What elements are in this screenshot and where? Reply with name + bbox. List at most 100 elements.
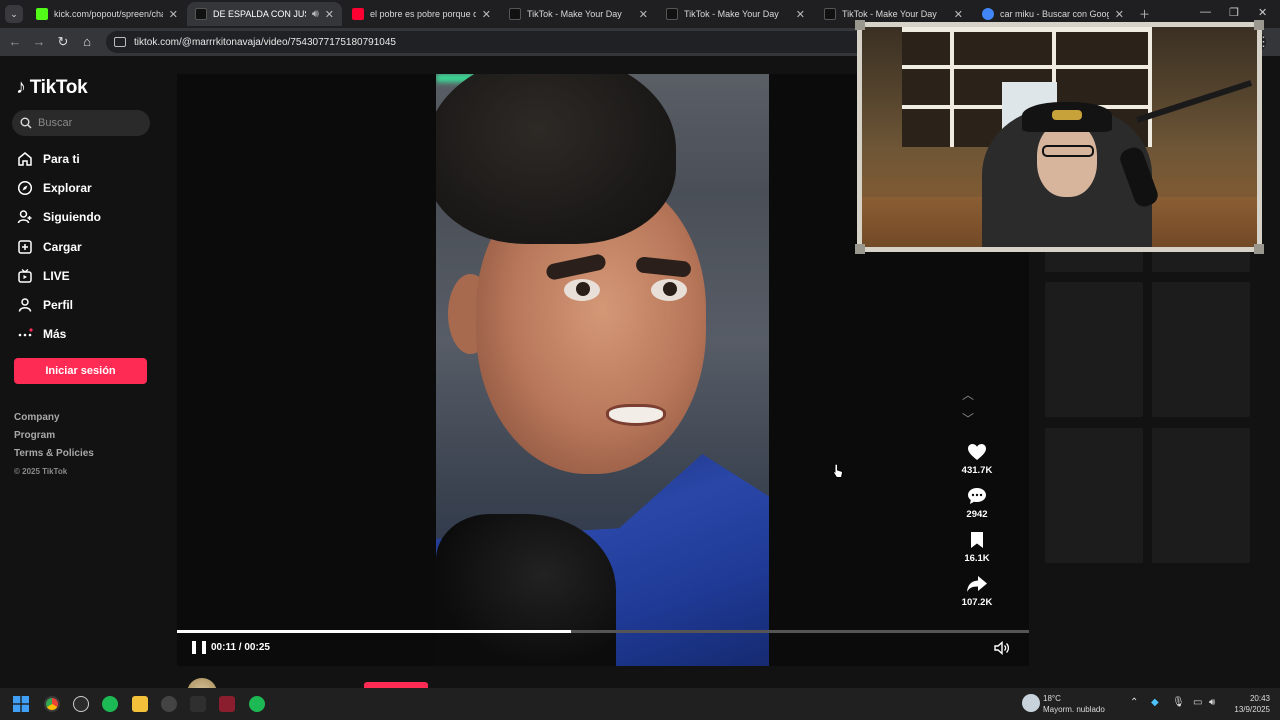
webcam-feed <box>862 27 1257 247</box>
share-icon <box>952 573 1002 595</box>
file-explorer-icon[interactable] <box>132 696 148 712</box>
speaker-icon[interactable]: 🔊︎ <box>1209 697 1215 708</box>
sidebar-item-live[interactable]: LIVE <box>14 261 101 290</box>
browser-tab[interactable]: el pobre es pobre porque quie ✕ <box>344 2 499 26</box>
related-video-thumbnail[interactable] <box>1045 282 1143 417</box>
login-button[interactable]: Iniciar sesión <box>14 358 147 384</box>
upload-icon <box>14 238 36 256</box>
comment-count: 2942 <box>966 509 988 520</box>
reload-icon[interactable]: ↻ <box>51 34 75 50</box>
mouse-cursor-icon <box>833 463 843 484</box>
app-taskbar-icon[interactable] <box>190 696 206 712</box>
chrome-taskbar-icon[interactable] <box>44 696 60 712</box>
sidebar-item-para-ti[interactable]: Para ti <box>14 144 101 173</box>
youtube-favicon-icon <box>352 8 364 20</box>
sidebar-item-explorar[interactable]: Explorar <box>14 173 101 202</box>
comment-action[interactable]: 2942 <box>952 485 1002 520</box>
related-video-thumbnail[interactable] <box>1152 428 1250 563</box>
tab-title: DE ESPALDA CON JUSTIN B <box>213 9 306 19</box>
weather-description: Mayorm. nublado <box>1043 705 1105 714</box>
webcam-shelf <box>902 65 1152 69</box>
tiktok-favicon-icon <box>824 8 836 20</box>
sidebar-item-siguiendo[interactable]: Siguiendo <box>14 203 101 232</box>
new-tab-icon[interactable]: ＋ <box>1139 6 1150 22</box>
home-icon <box>14 150 36 168</box>
windows-start-icon[interactable] <box>13 696 29 712</box>
sidebar-item-mas[interactable]: Más <box>14 320 101 349</box>
bookmark-icon <box>952 529 1002 551</box>
browser-tab[interactable]: kick.com/popout/spreen/chat ✕ <box>28 2 186 26</box>
next-video-icon[interactable]: ﹀ <box>962 410 974 427</box>
spotify-taskbar-icon[interactable] <box>249 696 265 712</box>
tab-title: el pobre es pobre porque quie <box>370 9 476 19</box>
related-video-thumbnail[interactable] <box>1045 428 1143 563</box>
minimize-icon[interactable]: — <box>1200 6 1211 18</box>
video-frame[interactable] <box>436 74 769 666</box>
network-icon[interactable]: ▭ <box>1193 697 1202 708</box>
app-taskbar-icon[interactable] <box>219 696 235 712</box>
close-tab-icon[interactable]: ✕ <box>796 8 805 21</box>
webcam-cap <box>1022 102 1112 132</box>
browser-tab[interactable]: TikTok - Make Your Day ✕ <box>501 2 656 26</box>
footer-link-company[interactable]: Company <box>14 412 94 430</box>
sidebar-item-perfil[interactable]: Perfil <box>14 290 101 319</box>
close-tab-icon[interactable]: ✕ <box>482 8 491 21</box>
home-icon[interactable]: ⌂ <box>75 34 99 49</box>
weather-icon[interactable] <box>1022 694 1040 712</box>
pause-icon[interactable] <box>192 641 206 655</box>
temperature-text: 18°C <box>1043 694 1061 703</box>
search-box[interactable] <box>12 110 150 136</box>
spotify-taskbar-icon[interactable] <box>102 696 118 712</box>
close-tab-icon[interactable]: ✕ <box>325 8 334 21</box>
obs-taskbar-icon[interactable] <box>73 696 89 712</box>
close-tab-icon[interactable]: ✕ <box>169 8 178 21</box>
tab-title: TikTok - Make Your Day <box>684 9 779 19</box>
webcam-mic-arm <box>1136 80 1253 123</box>
search-input[interactable] <box>38 117 138 129</box>
tab-search-button[interactable]: ⌄ <box>0 0 28 28</box>
video-progress-bar[interactable] <box>177 630 1029 633</box>
video-frame-microphone <box>436 514 616 666</box>
sidebar-item-label: Perfil <box>43 298 74 313</box>
close-tab-icon[interactable]: ✕ <box>639 8 648 21</box>
more-icon <box>14 325 36 343</box>
forward-icon[interactable]: → <box>27 34 51 49</box>
copyright-text: © 2025 TikTok <box>14 467 68 476</box>
webcam-shelf <box>1148 27 1152 147</box>
system-clock[interactable]: 20:43 13/9/2025 <box>1228 693 1270 715</box>
close-tab-icon[interactable]: ✕ <box>1115 8 1124 21</box>
nav-list: Para ti Explorar Siguiendo Cargar LIVE P… <box>14 144 101 349</box>
save-count: 16.1K <box>964 553 990 564</box>
tiktok-favicon-icon <box>666 8 678 20</box>
microphone-icon[interactable]: 🎙︎ <box>1172 697 1185 708</box>
related-video-thumbnail[interactable] <box>1152 282 1250 417</box>
volume-icon[interactable] <box>994 640 1010 660</box>
webcam-glasses <box>1042 145 1094 157</box>
sidebar: ♪ TikTok Para ti Explorar Siguiendo Carg… <box>0 56 170 688</box>
footer-links: Company Program Terms & Policies © 2025 … <box>14 412 94 476</box>
app-taskbar-icon[interactable] <box>161 696 177 712</box>
weather-widget[interactable]: 18°C Mayorm. nublado <box>1043 693 1105 715</box>
network-app-icon[interactable]: ◆ <box>1151 697 1159 708</box>
sidebar-item-cargar[interactable]: Cargar <box>14 232 101 261</box>
share-action[interactable]: 107.2K <box>952 573 1002 608</box>
footer-link-terms[interactable]: Terms & Policies <box>14 448 94 466</box>
browser-tab-active[interactable]: DE ESPALDA CON JUSTIN B 🔊︎ ✕ <box>187 2 342 26</box>
previous-video-icon[interactable]: ︿ <box>962 386 974 403</box>
back-icon[interactable]: ← <box>3 34 27 49</box>
maximize-icon[interactable]: ❐ <box>1229 6 1239 19</box>
show-hidden-icons-icon[interactable]: ⌃ <box>1130 697 1138 708</box>
webcam-head <box>1037 122 1097 197</box>
tiktok-note-icon: ♪ <box>16 76 26 98</box>
save-action[interactable]: 16.1K <box>952 529 1002 564</box>
site-info-icon[interactable] <box>114 37 126 47</box>
tiktok-logo[interactable]: ♪ TikTok <box>16 76 88 99</box>
browser-tab[interactable]: TikTok - Make Your Day ✕ <box>658 2 813 26</box>
footer-link-program[interactable]: Program <box>14 430 94 448</box>
close-window-icon[interactable]: ✕ <box>1258 6 1267 19</box>
comment-icon <box>952 485 1002 507</box>
speaker-icon[interactable]: 🔊︎ <box>312 8 319 21</box>
like-action[interactable]: 431.7K <box>952 441 1002 476</box>
profile-icon <box>14 296 36 314</box>
close-tab-icon[interactable]: ✕ <box>954 8 963 21</box>
